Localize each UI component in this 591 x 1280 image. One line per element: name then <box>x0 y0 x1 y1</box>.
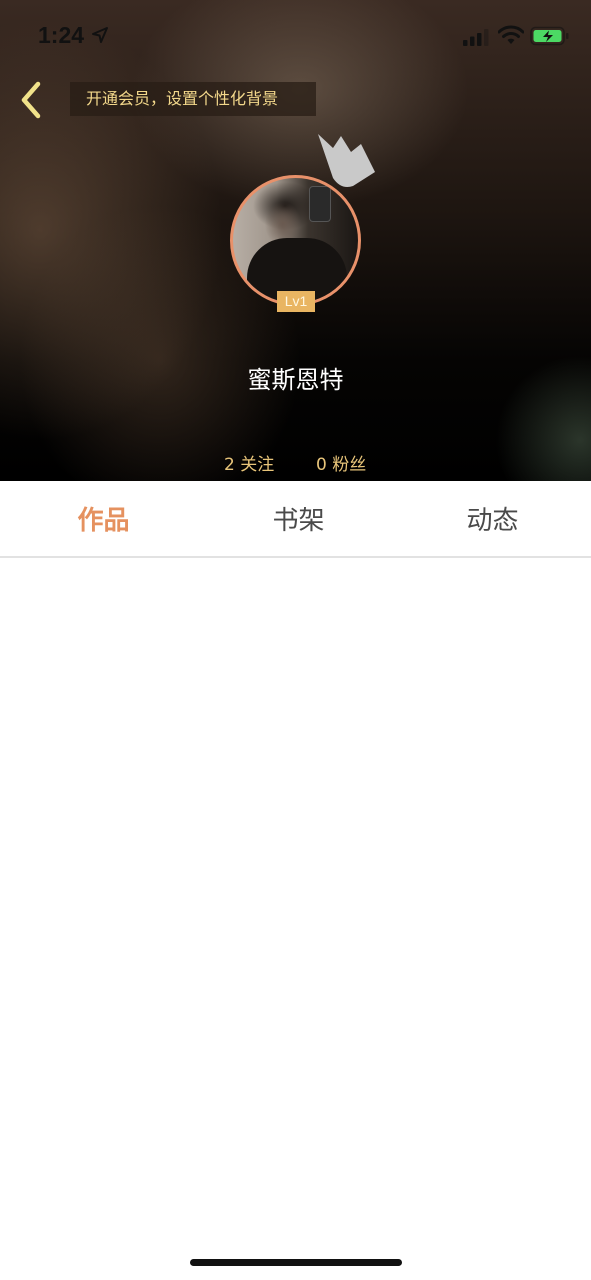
followers-count[interactable]: 0 粉丝 <box>316 450 366 475</box>
tab-content-area <box>0 558 591 1280</box>
promo-banner[interactable]: 开通会员，设置个性化背景 <box>70 82 316 116</box>
avatar[interactable] <box>230 175 361 306</box>
profile-tabs: 作品 书架 动态 <box>0 481 591 558</box>
status-time: 1:24 <box>38 22 85 48</box>
tab-activity[interactable]: 动态 <box>394 481 591 558</box>
home-indicator[interactable] <box>190 1259 402 1266</box>
wifi-icon <box>498 25 524 44</box>
battery-charging-icon <box>530 26 569 46</box>
status-bar: 1:24 <box>0 0 591 72</box>
follow-stats: 2 关注 0 粉丝 <box>0 450 591 476</box>
level-badge: Lv1 <box>277 291 315 312</box>
signal-icon <box>463 29 489 46</box>
profile-header: 1:24 开通会员，设置个性化背景 Lv1 蜜斯恩特 2 关注 0 粉丝 <box>0 0 591 481</box>
following-count[interactable]: 2 关注 <box>224 450 274 475</box>
tab-bookshelf[interactable]: 书架 <box>200 481 397 558</box>
chevron-left-icon <box>21 81 41 119</box>
promo-text: 开通会员，设置个性化背景 <box>86 89 279 108</box>
avatar-phone-shape <box>309 186 331 222</box>
location-arrow-icon <box>92 27 108 43</box>
username: 蜜斯恩特 <box>247 366 344 394</box>
back-button[interactable] <box>12 78 52 122</box>
tab-works[interactable]: 作品 <box>5 481 202 558</box>
